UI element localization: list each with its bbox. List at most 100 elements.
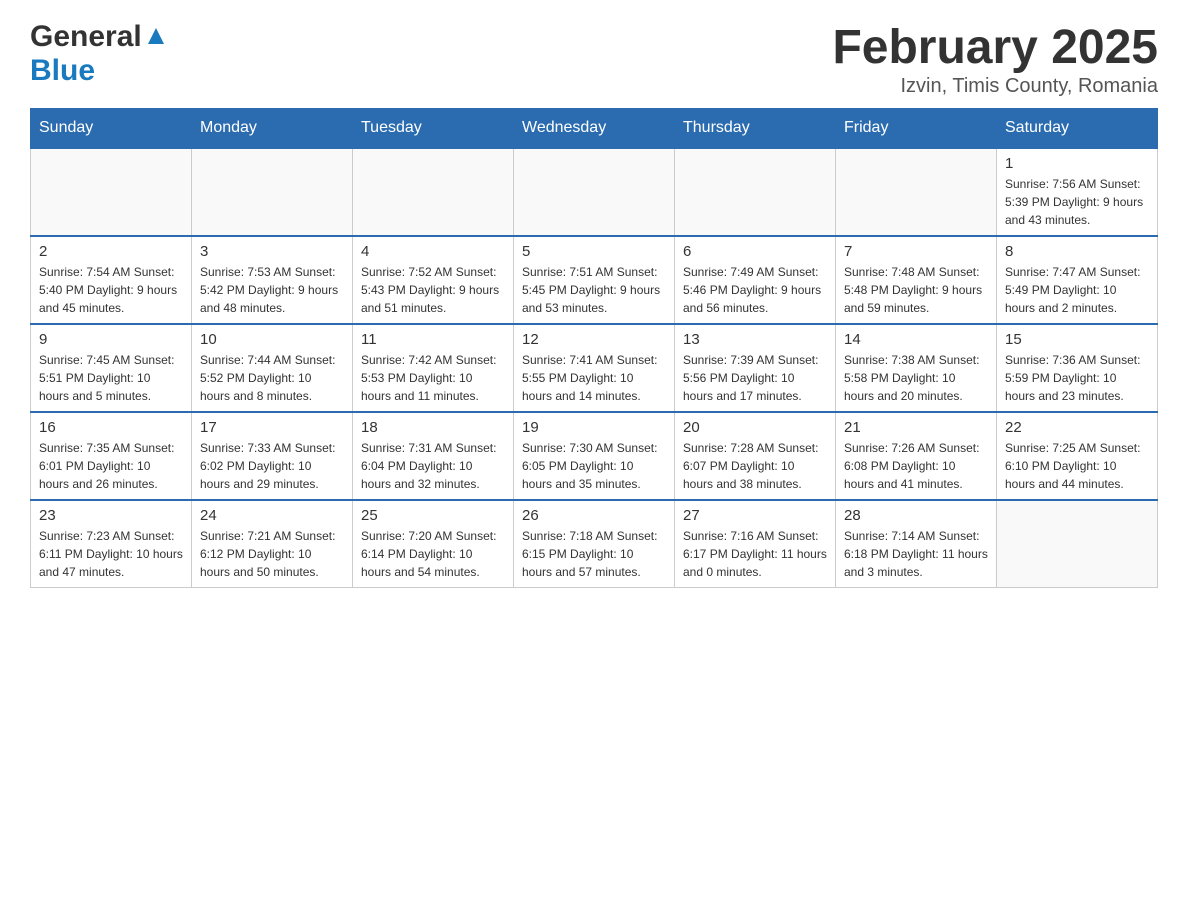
- calendar-cell: 5 Sunrise: 7:51 AM Sunset: 5:45 PM Daylig…: [514, 236, 675, 324]
- day-info: Sunrise: 7:45 AM Sunset: 5:51 PM Dayligh…: [39, 351, 183, 405]
- calendar-cell: 7 Sunrise: 7:48 AM Sunset: 5:48 PM Daylig…: [836, 236, 997, 324]
- logo-general-text: General: [30, 20, 142, 54]
- day-info: Sunrise: 7:48 AM Sunset: 5:48 PM Dayligh…: [844, 263, 988, 317]
- day-info: Sunrise: 7:33 AM Sunset: 6:02 PM Dayligh…: [200, 439, 344, 493]
- day-number: 5: [522, 243, 666, 260]
- weekday-header-wednesday: Wednesday: [514, 109, 675, 149]
- day-info: Sunrise: 7:18 AM Sunset: 6:15 PM Dayligh…: [522, 527, 666, 581]
- day-info: Sunrise: 7:41 AM Sunset: 5:55 PM Dayligh…: [522, 351, 666, 405]
- calendar-week-row: 9 Sunrise: 7:45 AM Sunset: 5:51 PM Daylig…: [31, 324, 1158, 412]
- calendar-cell: 15 Sunrise: 7:36 AM Sunset: 5:59 PM Dayli…: [997, 324, 1158, 412]
- day-number: 2: [39, 243, 183, 260]
- day-info: Sunrise: 7:51 AM Sunset: 5:45 PM Dayligh…: [522, 263, 666, 317]
- day-info: Sunrise: 7:49 AM Sunset: 5:46 PM Dayligh…: [683, 263, 827, 317]
- day-info: Sunrise: 7:36 AM Sunset: 5:59 PM Dayligh…: [1005, 351, 1149, 405]
- calendar-week-row: 2 Sunrise: 7:54 AM Sunset: 5:40 PM Daylig…: [31, 236, 1158, 324]
- day-number: 25: [361, 507, 505, 524]
- calendar-cell: 26 Sunrise: 7:18 AM Sunset: 6:15 PM Dayli…: [514, 500, 675, 588]
- day-info: Sunrise: 7:44 AM Sunset: 5:52 PM Dayligh…: [200, 351, 344, 405]
- weekday-header-sunday: Sunday: [31, 109, 192, 149]
- weekday-header-row: SundayMondayTuesdayWednesdayThursdayFrid…: [31, 109, 1158, 149]
- calendar-cell: 23 Sunrise: 7:23 AM Sunset: 6:11 PM Dayli…: [31, 500, 192, 588]
- day-number: 20: [683, 419, 827, 436]
- day-number: 17: [200, 419, 344, 436]
- day-info: Sunrise: 7:31 AM Sunset: 6:04 PM Dayligh…: [361, 439, 505, 493]
- day-info: Sunrise: 7:14 AM Sunset: 6:18 PM Dayligh…: [844, 527, 988, 581]
- day-number: 4: [361, 243, 505, 260]
- calendar-week-row: 23 Sunrise: 7:23 AM Sunset: 6:11 PM Dayli…: [31, 500, 1158, 588]
- day-info: Sunrise: 7:38 AM Sunset: 5:58 PM Dayligh…: [844, 351, 988, 405]
- calendar-cell: 2 Sunrise: 7:54 AM Sunset: 5:40 PM Daylig…: [31, 236, 192, 324]
- day-number: 14: [844, 331, 988, 348]
- calendar-cell: 11 Sunrise: 7:42 AM Sunset: 5:53 PM Dayli…: [353, 324, 514, 412]
- day-info: Sunrise: 7:23 AM Sunset: 6:11 PM Dayligh…: [39, 527, 183, 581]
- day-info: Sunrise: 7:35 AM Sunset: 6:01 PM Dayligh…: [39, 439, 183, 493]
- day-info: Sunrise: 7:16 AM Sunset: 6:17 PM Dayligh…: [683, 527, 827, 581]
- calendar-week-row: 1 Sunrise: 7:56 AM Sunset: 5:39 PM Daylig…: [31, 148, 1158, 236]
- calendar-cell: 20Sunrise: 7:28 AM Sunset: 6:07 PM Dayli…: [675, 412, 836, 500]
- calendar-cell: 12 Sunrise: 7:41 AM Sunset: 5:55 PM Dayli…: [514, 324, 675, 412]
- location-text: Izvin, Timis County, Romania: [832, 75, 1158, 98]
- calendar-cell: 22 Sunrise: 7:25 AM Sunset: 6:10 PM Dayli…: [997, 412, 1158, 500]
- day-number: 21: [844, 419, 988, 436]
- day-info: Sunrise: 7:30 AM Sunset: 6:05 PM Dayligh…: [522, 439, 666, 493]
- day-number: 23: [39, 507, 183, 524]
- calendar-cell: 17 Sunrise: 7:33 AM Sunset: 6:02 PM Dayli…: [192, 412, 353, 500]
- day-info: Sunrise: 7:39 AM Sunset: 5:56 PM Dayligh…: [683, 351, 827, 405]
- calendar-cell: 16 Sunrise: 7:35 AM Sunset: 6:01 PM Dayli…: [31, 412, 192, 500]
- calendar-cell: 18 Sunrise: 7:31 AM Sunset: 6:04 PM Dayli…: [353, 412, 514, 500]
- calendar-cell: 19 Sunrise: 7:30 AM Sunset: 6:05 PM Dayli…: [514, 412, 675, 500]
- day-number: 1: [1005, 155, 1149, 172]
- month-title: February 2025: [832, 20, 1158, 75]
- calendar-cell: 14 Sunrise: 7:38 AM Sunset: 5:58 PM Dayli…: [836, 324, 997, 412]
- day-info: Sunrise: 7:56 AM Sunset: 5:39 PM Dayligh…: [1005, 175, 1149, 229]
- day-number: 15: [1005, 331, 1149, 348]
- day-info: Sunrise: 7:47 AM Sunset: 5:49 PM Dayligh…: [1005, 263, 1149, 317]
- calendar-cell: 21 Sunrise: 7:26 AM Sunset: 6:08 PM Dayli…: [836, 412, 997, 500]
- calendar-cell: [836, 148, 997, 236]
- day-info: Sunrise: 7:42 AM Sunset: 5:53 PM Dayligh…: [361, 351, 505, 405]
- day-number: 16: [39, 419, 183, 436]
- calendar-week-row: 16 Sunrise: 7:35 AM Sunset: 6:01 PM Dayli…: [31, 412, 1158, 500]
- calendar-cell: [192, 148, 353, 236]
- day-number: 11: [361, 331, 505, 348]
- day-number: 26: [522, 507, 666, 524]
- day-number: 28: [844, 507, 988, 524]
- calendar-cell: [997, 500, 1158, 588]
- calendar-cell: 28 Sunrise: 7:14 AM Sunset: 6:18 PM Dayli…: [836, 500, 997, 588]
- day-number: 22: [1005, 419, 1149, 436]
- day-number: 8: [1005, 243, 1149, 260]
- weekday-header-friday: Friday: [836, 109, 997, 149]
- logo-blue-text: Blue: [30, 54, 95, 87]
- day-number: 18: [361, 419, 505, 436]
- title-section: February 2025 Izvin, Timis County, Roman…: [832, 20, 1158, 98]
- day-info: Sunrise: 7:26 AM Sunset: 6:08 PM Dayligh…: [844, 439, 988, 493]
- calendar-cell: 4Sunrise: 7:52 AM Sunset: 5:43 PM Daylig…: [353, 236, 514, 324]
- calendar-cell: 24 Sunrise: 7:21 AM Sunset: 6:12 PM Dayli…: [192, 500, 353, 588]
- day-number: 12: [522, 331, 666, 348]
- calendar-cell: 10Sunrise: 7:44 AM Sunset: 5:52 PM Dayli…: [192, 324, 353, 412]
- calendar-cell: 13Sunrise: 7:39 AM Sunset: 5:56 PM Dayli…: [675, 324, 836, 412]
- calendar-cell: [353, 148, 514, 236]
- day-number: 19: [522, 419, 666, 436]
- calendar-cell: [675, 148, 836, 236]
- calendar-cell: [31, 148, 192, 236]
- day-number: 6: [683, 243, 827, 260]
- day-info: Sunrise: 7:20 AM Sunset: 6:14 PM Dayligh…: [361, 527, 505, 581]
- page-header: General Blue February 2025 Izvin, Timis …: [30, 20, 1158, 98]
- calendar-cell: 6 Sunrise: 7:49 AM Sunset: 5:46 PM Daylig…: [675, 236, 836, 324]
- day-info: Sunrise: 7:54 AM Sunset: 5:40 PM Dayligh…: [39, 263, 183, 317]
- calendar-cell: [514, 148, 675, 236]
- calendar-cell: 3Sunrise: 7:53 AM Sunset: 5:42 PM Daylig…: [192, 236, 353, 324]
- day-number: 9: [39, 331, 183, 348]
- logo-triangle-icon: [146, 26, 166, 51]
- day-number: 7: [844, 243, 988, 260]
- weekday-header-tuesday: Tuesday: [353, 109, 514, 149]
- day-info: Sunrise: 7:21 AM Sunset: 6:12 PM Dayligh…: [200, 527, 344, 581]
- day-number: 3: [200, 243, 344, 260]
- logo: General Blue: [30, 20, 166, 88]
- day-number: 24: [200, 507, 344, 524]
- calendar-cell: 8 Sunrise: 7:47 AM Sunset: 5:49 PM Daylig…: [997, 236, 1158, 324]
- calendar-cell: 27Sunrise: 7:16 AM Sunset: 6:17 PM Dayli…: [675, 500, 836, 588]
- day-info: Sunrise: 7:25 AM Sunset: 6:10 PM Dayligh…: [1005, 439, 1149, 493]
